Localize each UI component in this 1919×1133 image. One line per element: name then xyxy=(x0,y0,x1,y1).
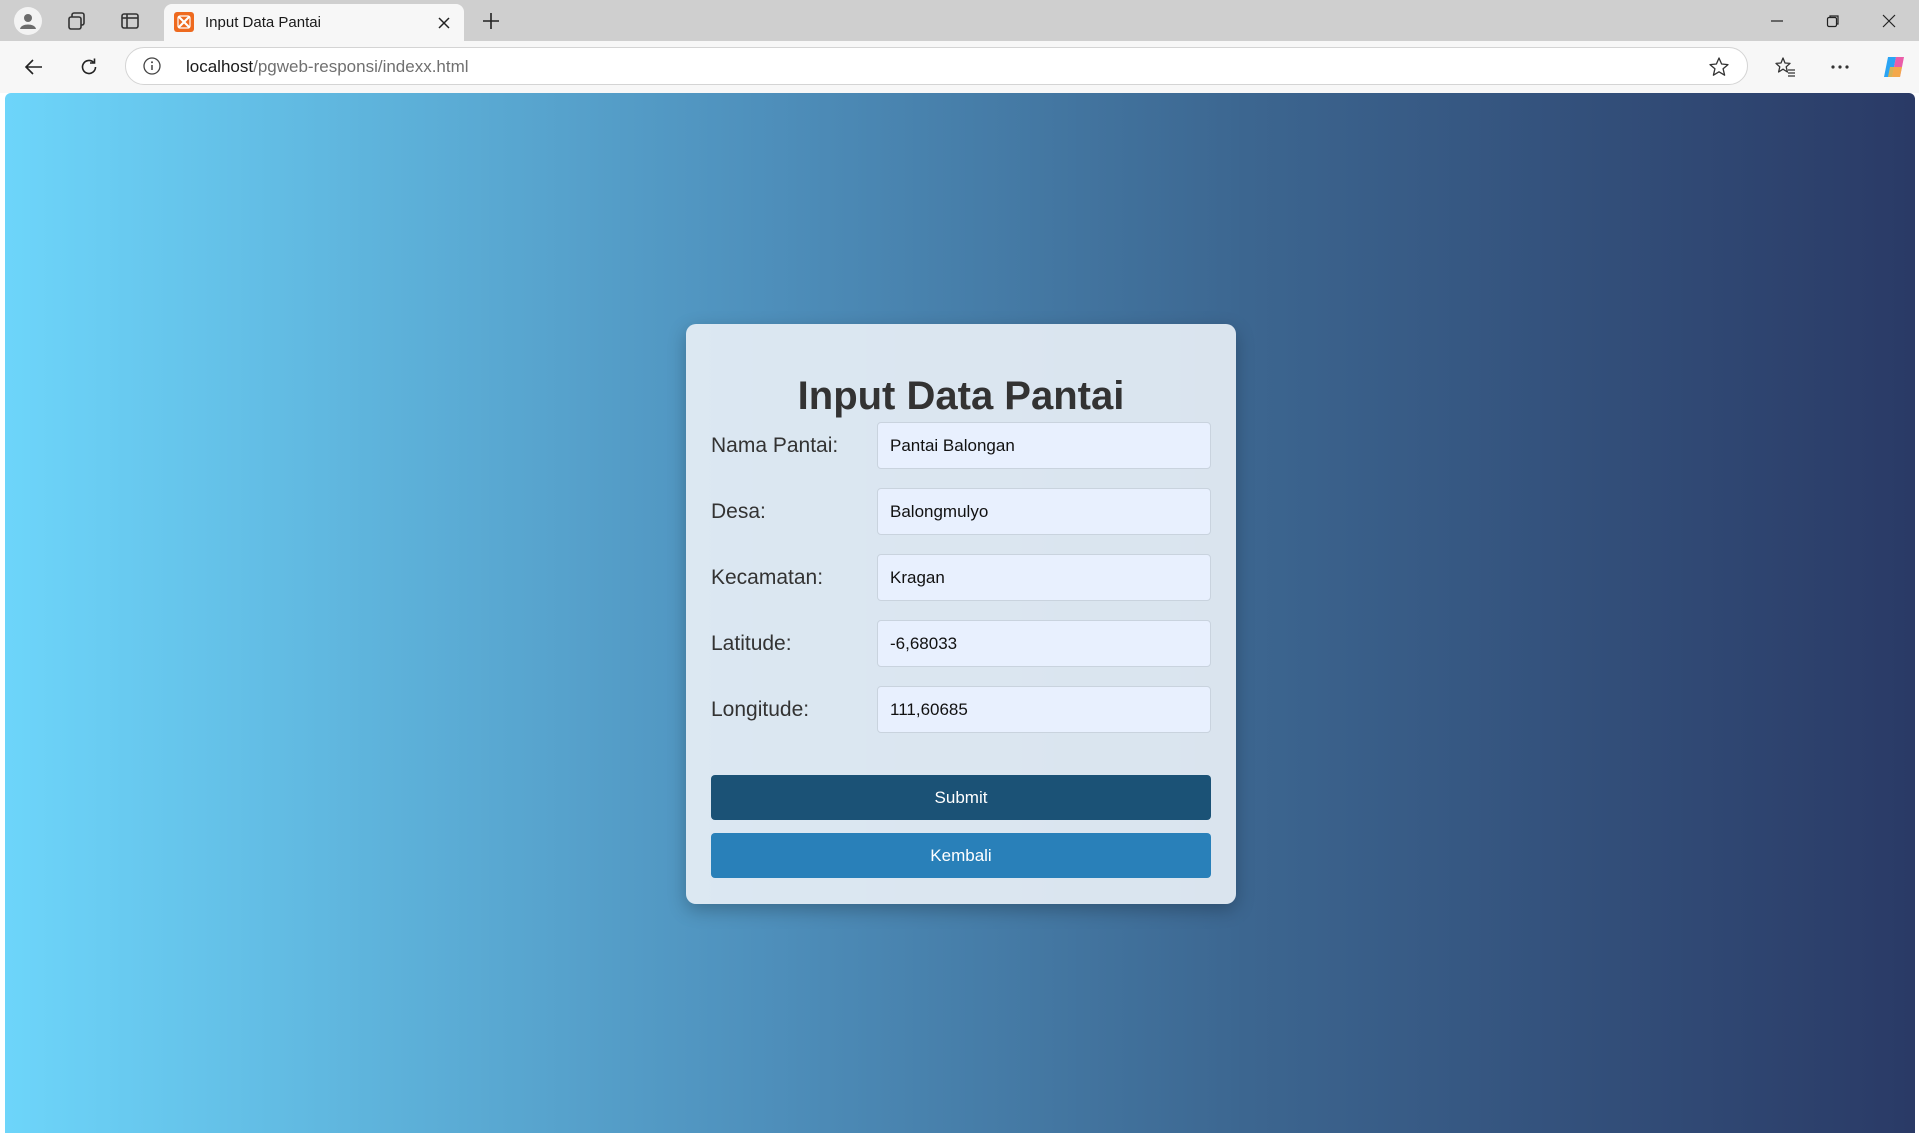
back-button[interactable] xyxy=(16,49,52,85)
xampp-favicon-icon xyxy=(174,12,194,32)
url-host: localhost xyxy=(186,57,254,76)
url-text: localhost/pgweb-responsi/indexx.html xyxy=(186,57,469,77)
favorites-button[interactable] xyxy=(1767,49,1803,85)
tab-title: Input Data Pantai xyxy=(205,14,321,31)
favorites-icon xyxy=(1775,57,1795,77)
restore-icon xyxy=(1826,14,1839,27)
longitude-input[interactable] xyxy=(877,686,1211,733)
minimize-icon xyxy=(1771,19,1783,22)
latitude-label: Latitude: xyxy=(711,632,792,655)
browser-toolbar: localhost/pgweb-responsi/indexx.html xyxy=(0,41,1919,93)
workspaces-icon xyxy=(68,12,85,30)
submit-button[interactable]: Submit xyxy=(711,775,1211,820)
desa-label: Desa: xyxy=(711,500,766,523)
back-icon xyxy=(24,59,42,75)
close-tab-icon xyxy=(438,17,450,29)
copilot-button[interactable] xyxy=(1876,49,1912,85)
field-row-desa: Desa: xyxy=(711,488,1211,536)
form-title: Input Data Pantai xyxy=(797,374,1125,418)
field-row-latitude: Latitude: xyxy=(711,620,1211,668)
field-row-nama-pantai: Nama Pantai: xyxy=(711,422,1211,470)
field-row-kecamatan: Kecamatan: xyxy=(711,554,1211,602)
profile-icon xyxy=(14,7,42,35)
new-tab-button[interactable] xyxy=(476,6,506,36)
refresh-icon xyxy=(81,58,97,75)
longitude-label: Longitude: xyxy=(711,698,810,721)
form-card: Input Data Pantai Nama Pantai: Desa: Kec… xyxy=(686,324,1236,904)
more-icon xyxy=(1831,65,1849,69)
nama-pantai-input[interactable] xyxy=(877,422,1211,469)
tab-actions-button[interactable] xyxy=(110,7,150,35)
minimize-button[interactable] xyxy=(1749,0,1805,41)
copilot-icon xyxy=(1884,57,1904,77)
close-tab-button[interactable] xyxy=(432,11,456,35)
favorite-star-button[interactable] xyxy=(1707,55,1731,79)
close-window-button[interactable] xyxy=(1861,0,1917,41)
latitude-input[interactable] xyxy=(877,620,1211,667)
profile-button[interactable] xyxy=(8,7,48,35)
workspaces-button[interactable] xyxy=(57,7,97,35)
favorite-star-icon xyxy=(1709,57,1729,76)
desa-input[interactable] xyxy=(877,488,1211,535)
refresh-button[interactable] xyxy=(71,49,107,85)
page-viewport: Input Data Pantai Nama Pantai: Desa: Kec… xyxy=(5,93,1915,1133)
kecamatan-label: Kecamatan: xyxy=(711,566,824,589)
close-window-icon xyxy=(1882,14,1896,27)
nama-pantai-label: Nama Pantai: xyxy=(711,434,839,457)
more-button[interactable] xyxy=(1822,49,1858,85)
browser-titlebar: Input Data Pantai xyxy=(0,0,1919,41)
browser-tab[interactable]: Input Data Pantai xyxy=(164,4,464,41)
field-row-longitude: Longitude: xyxy=(711,686,1211,734)
new-tab-icon xyxy=(483,13,499,29)
tab-actions-icon xyxy=(121,13,139,29)
kembali-button[interactable]: Kembali xyxy=(711,833,1211,878)
kecamatan-input[interactable] xyxy=(877,554,1211,601)
site-info-icon[interactable] xyxy=(142,56,162,76)
restore-button[interactable] xyxy=(1805,0,1861,41)
address-bar[interactable]: localhost/pgweb-responsi/indexx.html xyxy=(125,47,1748,85)
url-path: /pgweb-responsi/indexx.html xyxy=(253,57,469,76)
